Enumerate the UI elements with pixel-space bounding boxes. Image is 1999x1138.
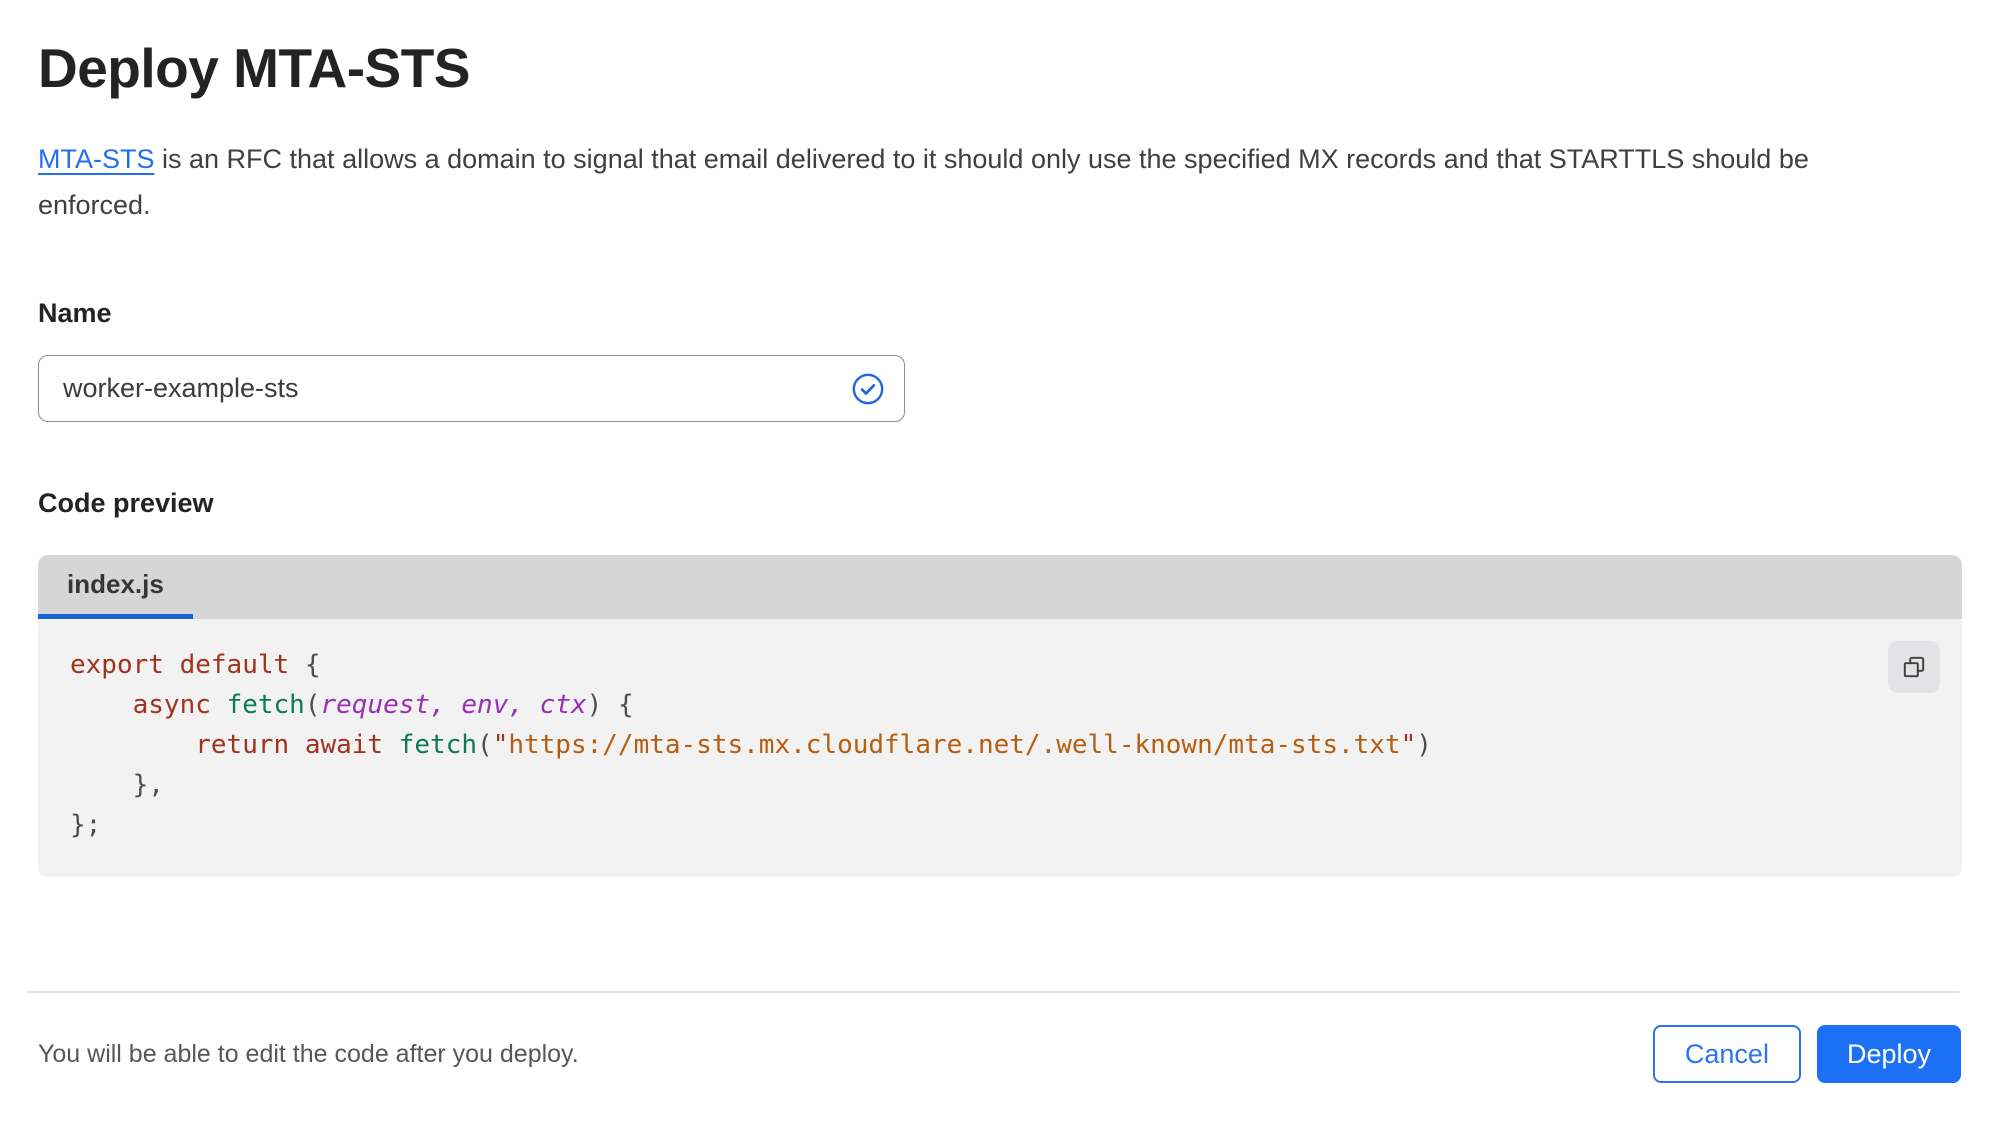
deploy-mta-sts-page: Deploy MTA-STS MTA-STS is an RFC that al… bbox=[0, 0, 1999, 1138]
code-preview-card: index.js export default { async fetch(re… bbox=[38, 555, 1962, 877]
footer-divider bbox=[26, 991, 1959, 993]
mta-sts-link[interactable]: MTA-STS bbox=[38, 144, 155, 174]
name-input[interactable] bbox=[38, 355, 905, 422]
copy-code-button[interactable] bbox=[1888, 641, 1940, 693]
cancel-button[interactable]: Cancel bbox=[1652, 1025, 1801, 1083]
code-area: export default { async fetch(request, en… bbox=[38, 619, 1962, 877]
description: MTA-STS is an RFC that allows a domain t… bbox=[38, 136, 1898, 228]
footer-note: You will be able to edit the code after … bbox=[38, 1039, 579, 1068]
check-circle-icon bbox=[852, 373, 884, 404]
code-content: export default { async fetch(request, en… bbox=[70, 650, 1432, 840]
code-tab-bar: index.js bbox=[38, 555, 1962, 619]
footer-actions: Cancel Deploy bbox=[1652, 1025, 1961, 1083]
footer: You will be able to edit the code after … bbox=[38, 1025, 1961, 1083]
page-title: Deploy MTA-STS bbox=[38, 37, 470, 99]
name-label: Name bbox=[38, 298, 112, 328]
deploy-button[interactable]: Deploy bbox=[1816, 1025, 1961, 1083]
description-text: is an RFC that allows a domain to signal… bbox=[38, 144, 1809, 220]
tab-index-js[interactable]: index.js bbox=[38, 555, 193, 619]
name-input-wrap bbox=[38, 355, 905, 422]
tab-label: index.js bbox=[67, 569, 164, 599]
code-preview-label: Code preview bbox=[38, 488, 214, 518]
copy-icon bbox=[1903, 656, 1925, 678]
